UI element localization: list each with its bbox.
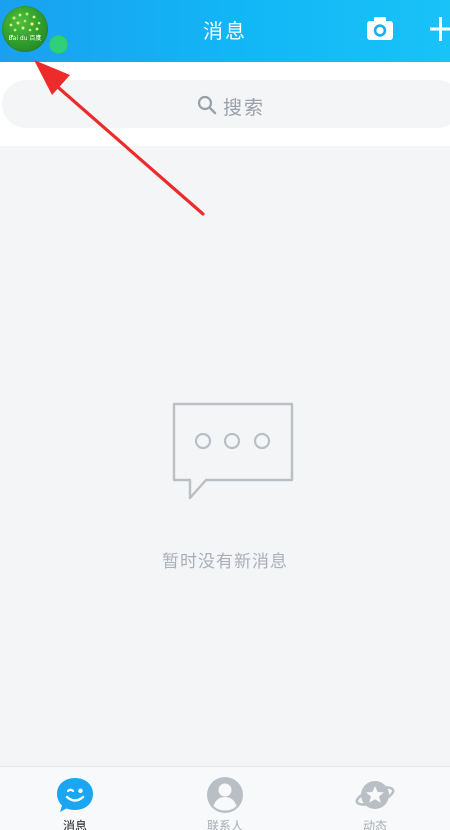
- bottom-tab-bar: 消息 联系人 动态: [0, 766, 450, 830]
- search-section: 搜索: [0, 62, 450, 146]
- tab-feed[interactable]: 动态: [300, 767, 450, 830]
- chat-bubble-icon: [172, 402, 294, 500]
- contacts-icon: [207, 777, 243, 813]
- top-app-bar: Bai du 百度 消息: [0, 0, 450, 62]
- tab-label: 消息: [62, 819, 87, 830]
- tab-messages[interactable]: 消息: [0, 767, 150, 830]
- planet-star-icon: [355, 781, 395, 809]
- message-face-icon: [57, 778, 93, 812]
- tab-contacts[interactable]: 联系人: [150, 767, 300, 830]
- tab-label: 联系人: [206, 819, 243, 830]
- search-placeholder: 搜索: [223, 97, 266, 119]
- empty-state-message: 暂时没有新消息: [162, 552, 288, 572]
- plus-icon[interactable]: [428, 16, 450, 42]
- camera-icon[interactable]: [366, 16, 394, 42]
- tab-label: 动态: [362, 819, 387, 830]
- search-icon: [197, 95, 217, 115]
- qq-messages-screen: Bai du 百度 消息 搜索 暂时没有新消息 消息 联系人 动态: [0, 0, 450, 830]
